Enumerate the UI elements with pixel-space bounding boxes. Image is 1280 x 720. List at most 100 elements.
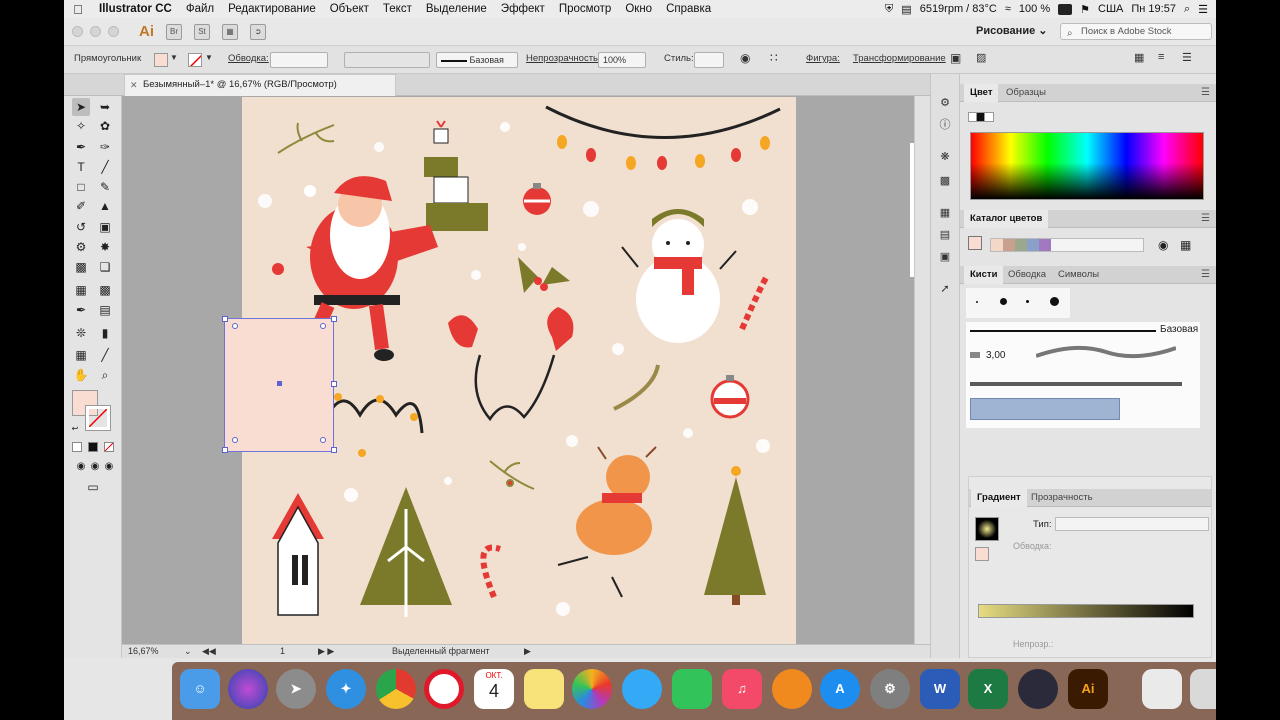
status-text[interactable]: Выделенный фрагмент: [392, 645, 490, 658]
chrome-icon[interactable]: [376, 669, 416, 709]
close-tab-icon[interactable]: ✕: [130, 75, 138, 95]
fill-color-swatch[interactable]: [154, 53, 168, 67]
illustrator-icon[interactable]: Ai: [1068, 669, 1108, 709]
draw-inside-icon[interactable]: ◉: [100, 458, 118, 476]
stock-search-input[interactable]: ⌕ Поиск в Adobe Stock: [1060, 23, 1212, 40]
info-panel-icon[interactable]: ⓘ: [938, 118, 952, 132]
tab-stroke[interactable]: Обводка: [1002, 266, 1052, 284]
spotlight-icon[interactable]: ⌕: [1184, 3, 1190, 16]
tab-gradient[interactable]: Градиент: [971, 489, 1027, 507]
close-window-button[interactable]: [72, 26, 83, 37]
clock[interactable]: Пн 19:57: [1131, 3, 1176, 15]
menu-file[interactable]: Файл: [179, 3, 221, 15]
control-center-icon[interactable]: ☰: [1198, 3, 1208, 16]
save-group-icon[interactable]: ▦: [1180, 238, 1191, 252]
facetime-icon[interactable]: [672, 669, 712, 709]
shape-label[interactable]: Фигура:: [806, 53, 840, 64]
opacity-label[interactable]: Непрозрачность:: [526, 53, 601, 64]
selection-tool-icon[interactable]: ➤: [72, 98, 90, 116]
photos-icon[interactable]: [572, 669, 612, 709]
menu-window[interactable]: Окно: [618, 3, 659, 15]
tab-color[interactable]: Цвет: [964, 84, 999, 102]
eyedropper-tool-icon[interactable]: ✒: [72, 301, 90, 319]
obs-icon[interactable]: [1018, 669, 1058, 709]
gpu-performance-icon[interactable]: ➲: [250, 23, 266, 40]
puppet-warp-tool-icon[interactable]: ✸: [96, 238, 114, 256]
first-artboard-icon[interactable]: ◀◀: [202, 645, 216, 658]
swap-fill-stroke-icon[interactable]: ↩: [66, 420, 84, 438]
brush-list[interactable]: Базовая 3,00: [966, 322, 1200, 428]
tab-transparency[interactable]: Прозрачность: [1025, 489, 1099, 507]
mesh-tool-icon[interactable]: ▩: [96, 281, 114, 299]
zoom-tool-icon[interactable]: ⌕: [96, 366, 114, 384]
isolate-icon[interactable]: ▣: [950, 51, 961, 65]
stroke-weight-field[interactable]: [270, 52, 328, 68]
rotate-tool-icon[interactable]: ↺: [72, 218, 90, 236]
color-catalog-title[interactable]: Каталог цветов: [964, 210, 1049, 228]
graphic-style-dropdown[interactable]: [694, 52, 724, 68]
variable-width-dropdown[interactable]: [344, 52, 430, 68]
calendar-icon[interactable]: ОКТ. 4: [474, 669, 514, 709]
gradient-type-dropdown[interactable]: [1055, 517, 1209, 531]
shape-builder-tool-icon[interactable]: ❏: [96, 258, 114, 276]
gradient-preview[interactable]: [975, 517, 999, 541]
canvas-pasteboard[interactable]: [122, 96, 914, 644]
tab-swatches[interactable]: Образцы: [1000, 84, 1052, 102]
zoom-field[interactable]: 16,67%: [128, 645, 159, 658]
selection-options-icon[interactable]: ▨: [976, 51, 986, 64]
music-icon[interactable]: ♫: [722, 669, 762, 709]
safari-icon[interactable]: ✦: [326, 669, 366, 709]
wifi-icon[interactable]: ≈: [1005, 3, 1011, 15]
status-menu-icon[interactable]: ▶: [524, 645, 531, 658]
panel-menu-icon[interactable]: ☰: [1201, 213, 1210, 224]
color-spectrum[interactable]: [970, 132, 1204, 200]
stroke-swatch[interactable]: [85, 405, 111, 431]
align-panel-icon[interactable]: ▤: [938, 228, 952, 242]
notes-icon[interactable]: [524, 669, 564, 709]
menu-help[interactable]: Справка: [659, 3, 718, 15]
memory-icon[interactable]: ▤: [901, 3, 911, 16]
transform-panel-icon[interactable]: ▦: [938, 206, 952, 220]
curvature-tool-icon[interactable]: ✑: [96, 138, 114, 156]
blend-tool-icon[interactable]: ▤: [96, 301, 114, 319]
none-mode-button[interactable]: [104, 442, 114, 452]
gradient-fill-swatch[interactable]: [975, 547, 989, 561]
eraser-tool-icon[interactable]: ▲: [96, 197, 114, 215]
siri-icon[interactable]: [228, 669, 268, 709]
launchpad-icon[interactable]: ➤: [276, 669, 316, 709]
transform-label[interactable]: Трансформирование: [853, 53, 946, 64]
distribute-icon[interactable]: ≡: [1158, 51, 1164, 63]
screen-mode-icon[interactable]: ▭: [84, 478, 102, 496]
bounding-box-handle[interactable]: [331, 316, 337, 322]
free-transform-tool-icon[interactable]: ▩: [72, 258, 90, 276]
transform-handle[interactable]: [320, 437, 326, 443]
menu-effect[interactable]: Эффект: [494, 3, 552, 15]
transform-handle[interactable]: [232, 323, 238, 329]
minimize-window-button[interactable]: [90, 26, 101, 37]
column-graph-tool-icon[interactable]: ▮: [96, 324, 114, 342]
pathfinder-panel-icon[interactable]: ▣: [938, 250, 952, 264]
tab-brushes[interactable]: Кисти: [964, 266, 1004, 284]
stroke-label[interactable]: Обводка:: [228, 53, 269, 64]
word-icon[interactable]: W: [920, 669, 960, 709]
scale-tool-icon[interactable]: ▣: [96, 218, 114, 236]
settings-icon[interactable]: ⚙: [870, 669, 910, 709]
books-icon[interactable]: [772, 669, 812, 709]
bounding-box-handle[interactable]: [331, 447, 337, 453]
panel-menu-icon[interactable]: ☰: [1201, 269, 1210, 280]
arrange-documents-button[interactable]: ▦: [222, 23, 238, 40]
direct-selection-tool-icon[interactable]: ➥: [96, 98, 114, 116]
zoom-window-button[interactable]: [108, 26, 119, 37]
stock-button[interactable]: St: [194, 23, 210, 40]
color-wheel-icon[interactable]: ◉: [1158, 238, 1168, 252]
line-tool-icon[interactable]: ╱: [96, 158, 114, 176]
preview-icon[interactable]: [1142, 669, 1182, 709]
locale-text[interactable]: США: [1098, 3, 1123, 15]
arrange-icon[interactable]: ▦: [1134, 51, 1144, 64]
stroke-dropdown-icon[interactable]: ▼: [205, 53, 213, 62]
artboard-tool-icon[interactable]: ▦: [72, 346, 90, 364]
fill-dropdown-icon[interactable]: ▼: [170, 53, 178, 62]
shield-icon[interactable]: ⛨: [885, 3, 893, 16]
brush-definition-dropdown[interactable]: Базовая: [436, 52, 518, 68]
next-artboard-icon[interactable]: ▶ ▶: [318, 645, 334, 658]
